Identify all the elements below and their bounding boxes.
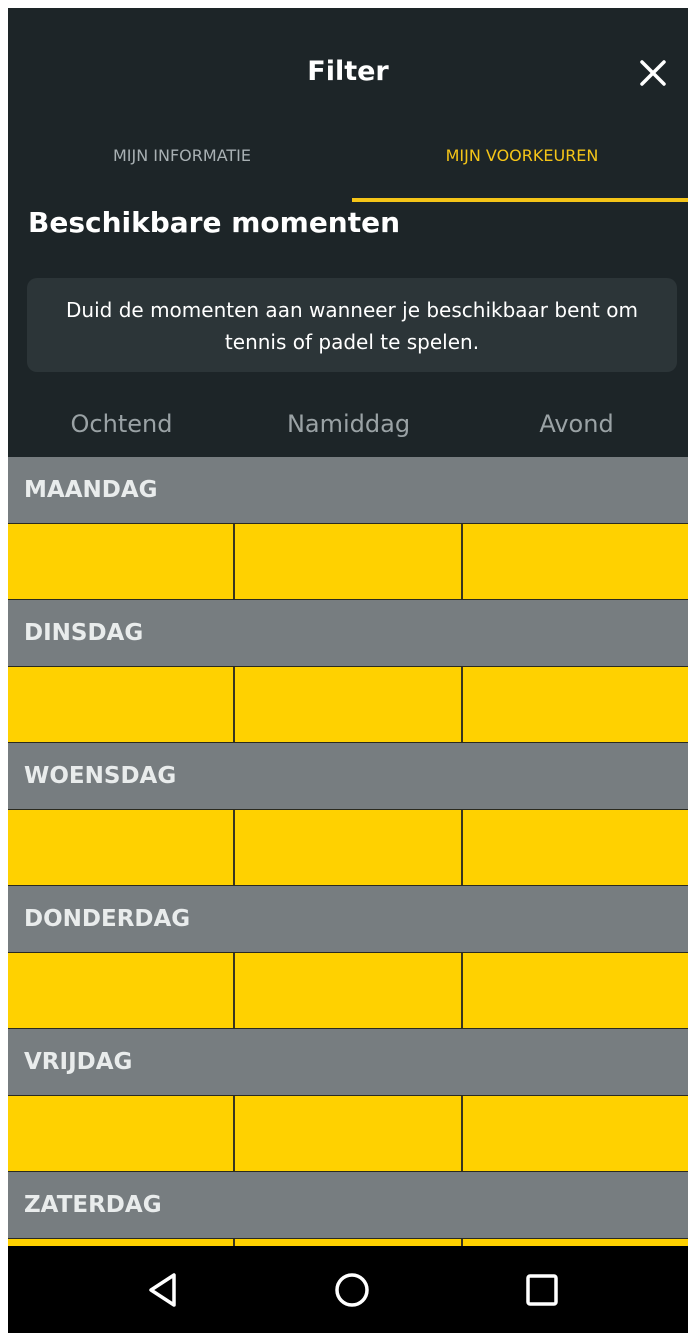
section-title: Beschikbare momenten xyxy=(28,206,401,239)
slot-woensdag-ochtend[interactable] xyxy=(8,810,236,885)
slot-donderdag-namiddag[interactable] xyxy=(235,953,463,1028)
day-header-vrijdag: VRIJDAG xyxy=(8,1029,688,1095)
slot-vrijdag-avond[interactable] xyxy=(462,1096,688,1171)
slot-row-donderdag xyxy=(8,952,688,1029)
day-header-donderdag: DONDERDAG xyxy=(8,886,688,952)
day-header-dinsdag: DINSDAG xyxy=(8,600,688,666)
day-list[interactable]: MAANDAG DINSDAG WOENSDAG DONDERDAG VRIJD… xyxy=(8,457,688,1246)
day-header-maandag: MAANDAG xyxy=(8,457,688,523)
active-tab-indicator xyxy=(352,198,688,202)
slot-donderdag-ochtend[interactable] xyxy=(8,953,236,1028)
slot-dinsdag-namiddag[interactable] xyxy=(235,667,463,742)
slot-dinsdag-ochtend[interactable] xyxy=(8,667,236,742)
nav-recent-apps-button[interactable] xyxy=(520,1268,564,1312)
slot-donderdag-avond[interactable] xyxy=(462,953,688,1028)
header: Filter xyxy=(8,8,688,138)
column-header-namiddag: Namiddag xyxy=(286,410,411,438)
slot-row-woensdag xyxy=(8,809,688,886)
tab-mijn-voorkeuren[interactable]: MIJN VOORKEUREN xyxy=(352,144,688,168)
slot-zaterdag-avond[interactable] xyxy=(462,1239,688,1246)
day-header-woensdag: WOENSDAG xyxy=(8,743,688,809)
close-button[interactable] xyxy=(633,53,673,93)
slot-maandag-avond[interactable] xyxy=(462,524,688,599)
column-header-avond: Avond xyxy=(539,410,614,438)
tab-mijn-informatie[interactable]: MIJN INFORMATIE xyxy=(12,144,352,168)
home-icon xyxy=(335,1273,369,1307)
slot-woensdag-avond[interactable] xyxy=(462,810,688,885)
column-header-ochtend: Ochtend xyxy=(70,410,173,438)
page-title: Filter xyxy=(307,56,389,87)
slot-maandag-ochtend[interactable] xyxy=(8,524,236,599)
back-icon xyxy=(149,1273,176,1307)
info-box: Duid de momenten aan wanneer je beschikb… xyxy=(27,278,677,372)
slot-zaterdag-namiddag[interactable] xyxy=(235,1239,463,1246)
slot-row-maandag xyxy=(8,523,688,600)
day-header-zaterdag: ZATERDAG xyxy=(8,1172,688,1238)
info-text: Duid de momenten aan wanneer je beschikb… xyxy=(66,298,638,354)
close-icon xyxy=(640,60,666,86)
slot-zaterdag-ochtend[interactable] xyxy=(8,1239,236,1246)
slot-vrijdag-ochtend[interactable] xyxy=(8,1096,236,1171)
slot-vrijdag-namiddag[interactable] xyxy=(235,1096,463,1171)
slot-woensdag-namiddag[interactable] xyxy=(235,810,463,885)
slot-row-vrijdag xyxy=(8,1095,688,1172)
nav-back-button[interactable] xyxy=(142,1268,186,1312)
slot-maandag-namiddag[interactable] xyxy=(235,524,463,599)
slot-row-dinsdag xyxy=(8,666,688,743)
system-navigation-bar xyxy=(8,1246,688,1333)
filter-screen: Filter MIJN INFORMATIE MIJN VOORKEUREN B… xyxy=(8,8,688,1333)
slot-row-zaterdag xyxy=(8,1238,688,1246)
recent-apps-icon xyxy=(526,1274,558,1306)
slot-dinsdag-avond[interactable] xyxy=(462,667,688,742)
nav-home-button[interactable] xyxy=(330,1268,374,1312)
